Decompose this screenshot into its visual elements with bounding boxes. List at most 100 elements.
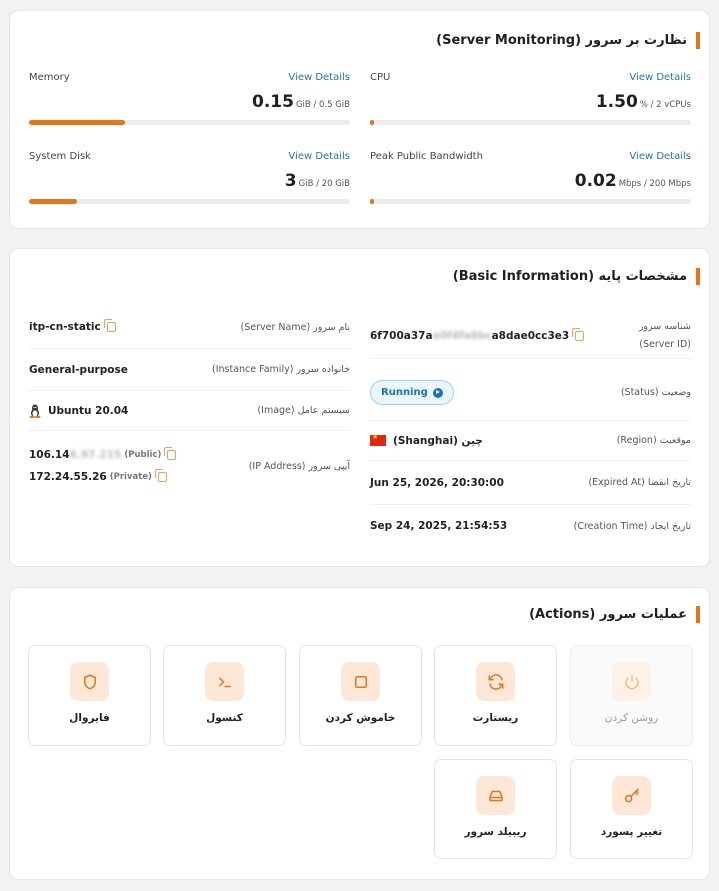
cpu-value-unit: % / 2 vCPUs <box>639 100 691 110</box>
copy-server-id-icon[interactable] <box>572 327 585 341</box>
server-name-text: itp-cn-static <box>29 321 101 333</box>
ip-row: 106.14 6.97.215 (Public) 172.24.55.26 (Priv… <box>29 431 350 501</box>
disk-metric: System Disk View Details 3 GiB / 20 GiB <box>29 151 350 221</box>
copy-server-name-icon[interactable] <box>103 319 116 332</box>
image-text: Ubuntu 20.04 <box>48 404 129 417</box>
expired-value: Jun 25, 2026, 20:30:00 <box>370 476 504 489</box>
console-label: کنسول <box>206 712 243 724</box>
memory-value: 0.15 GiB / 0.5 GiB <box>252 92 350 112</box>
image-label: سیستم عامل (Image) <box>257 405 350 416</box>
public-ip-masked: 6.97.215 <box>69 449 122 461</box>
actions-title: عملیات سرور (Actions) <box>529 606 700 623</box>
disk-label: System Disk <box>29 151 91 162</box>
status-label: وضعیت (Status) <box>620 387 691 398</box>
memory-value-number: 0.15 <box>252 92 294 112</box>
public-tag: (Public) <box>124 450 162 460</box>
console-button[interactable]: کنسول <box>163 645 286 746</box>
ip-label: آیپی سرور (IP Address) <box>248 460 350 472</box>
disk-icon <box>476 776 515 815</box>
server-id-end: a8dae0cc3e3 <box>491 329 570 342</box>
server-name-label: نام سرور (Server Name) <box>240 321 350 333</box>
server-id-value: 6f700a37a e0f4fa8bc a8dae0cc3e3 <box>370 327 585 342</box>
stop-icon <box>341 662 380 701</box>
firewall-button[interactable]: فایروال <box>28 645 151 746</box>
bandwidth-view-details-link[interactable]: View Details <box>629 151 691 162</box>
disk-view-details-link[interactable]: View Details <box>288 151 350 162</box>
cpu-label: CPU <box>370 72 391 83</box>
image-row: Ubuntu 20.04 سیستم عامل (Image) <box>29 391 350 431</box>
private-ip-text: 172.24.55.26 <box>29 471 107 483</box>
memory-view-details-link[interactable]: View Details <box>288 72 350 83</box>
disk-progress-fill <box>29 199 78 204</box>
disk-progress-bar <box>29 199 350 204</box>
memory-metric: Memory View Details 0.15 GiB / 0.5 GiB <box>29 72 350 142</box>
region-label: موقعیت (Region) <box>616 435 691 446</box>
server-monitoring-card: نظارت بر سرور (Server Monitoring) CPU Vi… <box>9 10 710 229</box>
cpu-value-number: 1.50 <box>595 92 638 112</box>
terminal-icon <box>205 662 244 701</box>
shutdown-button[interactable]: خاموش کردن <box>299 645 422 746</box>
server-id-masked: e0f4fa8bc <box>432 329 492 342</box>
actions-card: عملیات سرور (Actions) روشن کردن ریستارت … <box>9 587 710 880</box>
power-icon <box>612 662 651 701</box>
change-password-label: تغییر پسورد <box>600 826 663 838</box>
change-password-button[interactable]: تغییر پسورد <box>570 759 693 859</box>
server-id-label: شناسه سرور (Server ID) <box>638 320 691 350</box>
private-tag: (Private) <box>109 472 152 482</box>
restart-label: ریستارت <box>472 712 519 724</box>
basic-info-title: مشخصات پایه (Basic Information) <box>453 268 700 285</box>
restart-icon <box>476 662 515 701</box>
bandwidth-value-unit: Mbps / 200 Mbps <box>618 179 691 189</box>
server-id-start: 6f700a37a <box>370 329 433 342</box>
copy-public-ip-icon[interactable] <box>164 447 177 460</box>
cpu-metric: CPU View Details 1.50% / 2 vCPUs <box>370 72 691 142</box>
expired-label: تاریخ انقضا (Expired At) <box>588 477 691 488</box>
region-row: چین (Shanghai) موقعیت (Region) <box>370 421 691 461</box>
creation-row: Sep 24, 2025, 21:54:53 تاریخ ایجاد (Crea… <box>370 505 691 547</box>
cpu-progress-bar <box>370 120 691 125</box>
rebuild-server-label: ریبیلد سرور <box>464 826 527 838</box>
bandwidth-progress-fill <box>370 199 374 204</box>
bandwidth-label: Peak Public Bandwidth <box>370 151 483 162</box>
instance-family-value: General-purpose <box>29 363 128 376</box>
bandwidth-progress-bar <box>370 199 691 204</box>
monitoring-title: نظارت بر سرور (Server Monitoring) <box>436 32 700 49</box>
memory-value-unit: GiB / 0.5 GiB <box>295 100 350 110</box>
china-flag-icon <box>370 433 386 446</box>
shield-icon <box>70 662 109 701</box>
private-ip-value: 172.24.55.26 (Private) <box>29 469 176 483</box>
instance-family-label: خانواده سرور (Instance Family) <box>211 364 350 375</box>
server-name-value: itp-cn-static <box>29 319 116 333</box>
public-ip-start: 106.14 <box>29 449 70 461</box>
power-on-button[interactable]: روشن کردن <box>570 645 693 746</box>
memory-label: Memory <box>29 72 70 83</box>
region-value: چین (Shanghai) <box>370 433 483 447</box>
status-row: Running وضعیت (Status) <box>370 365 691 421</box>
status-badge: Running <box>370 380 454 405</box>
server-name-row: itp-cn-static نام سرور (Server Name) <box>29 306 350 349</box>
restart-button[interactable]: ریستارت <box>434 645 557 746</box>
creation-value: Sep 24, 2025, 21:54:53 <box>370 520 508 532</box>
disk-value: 3 GiB / 20 GiB <box>285 171 350 191</box>
disk-value-number: 3 <box>284 171 297 191</box>
cpu-view-details-link[interactable]: View Details <box>629 72 691 83</box>
bandwidth-value-number: 0.02 <box>574 171 617 191</box>
expired-row: Jun 25, 2026, 20:30:00 تاریخ انقضا (Expi… <box>370 461 691 505</box>
memory-progress-bar <box>29 120 350 125</box>
memory-progress-fill <box>29 120 126 125</box>
public-ip-value: 106.14 6.97.215 (Public) <box>29 447 177 461</box>
cpu-progress-fill <box>370 120 374 125</box>
ip-values: 106.14 6.97.215 (Public) 172.24.55.26 (Priv… <box>29 447 177 483</box>
basic-information-card: مشخصات پایه (Basic Information) 6f700a37… <box>9 248 710 567</box>
linux-icon <box>29 404 41 418</box>
rebuild-server-button[interactable]: ریبیلد سرور <box>434 759 557 859</box>
copy-private-ip-icon[interactable] <box>154 469 167 482</box>
region-text: چین (Shanghai) <box>393 434 483 447</box>
creation-label: تاریخ ایجاد (Creation Time) <box>573 520 691 532</box>
cpu-value: 1.50% / 2 vCPUs <box>596 92 691 112</box>
server-id-row: 6f700a37a e0f4fa8bc a8dae0cc3e3 شناسه سرور… <box>370 313 691 359</box>
bandwidth-value: 0.02 Mbps / 200 Mbps <box>575 171 691 191</box>
status-text: Running <box>381 387 428 398</box>
power-on-label: روشن کردن <box>604 712 659 724</box>
bandwidth-metric: Peak Public Bandwidth View Details 0.02 M… <box>370 151 691 221</box>
